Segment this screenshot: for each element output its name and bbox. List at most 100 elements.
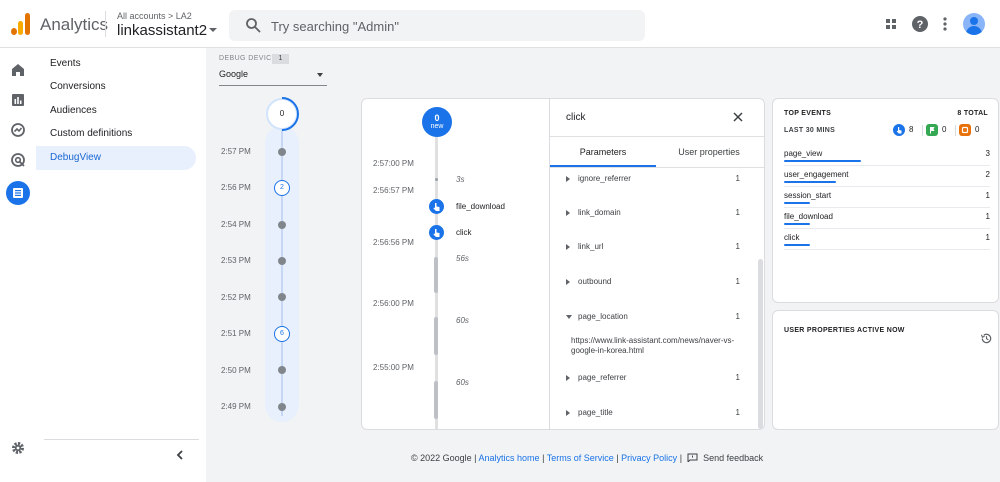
terms-link[interactable]: Terms of Service bbox=[547, 453, 614, 463]
top-event-row[interactable]: click 1 bbox=[784, 229, 990, 250]
apps-grid-icon[interactable] bbox=[881, 14, 901, 34]
minute-time: 2:50 PM bbox=[221, 366, 251, 375]
event-detail-title: click bbox=[566, 112, 586, 123]
subnav-item-audiences[interactable]: Audiences bbox=[36, 99, 196, 123]
param-name: ignore_referrer bbox=[578, 174, 631, 183]
minute-dot[interactable] bbox=[278, 257, 286, 265]
account-breadcrumb[interactable]: All accounts > LA2 bbox=[117, 11, 192, 21]
top-event-row[interactable]: session_start 1 bbox=[784, 187, 990, 208]
scrollbar[interactable] bbox=[758, 259, 763, 429]
param-row[interactable]: ignore_referrer 1 bbox=[550, 172, 756, 188]
chevron-down-icon[interactable] bbox=[209, 28, 217, 32]
help-icon[interactable]: ? bbox=[910, 14, 930, 34]
minute-time: 2:51 PM bbox=[221, 329, 251, 338]
admin-gear-icon[interactable] bbox=[8, 438, 28, 458]
left-rail bbox=[0, 48, 36, 482]
feedback-icon[interactable] bbox=[687, 453, 698, 462]
time-gap: 60s bbox=[456, 316, 469, 325]
second-time: 2:56:00 PM bbox=[373, 299, 414, 308]
minute-dot[interactable] bbox=[278, 148, 286, 156]
tab-parameters[interactable]: Parameters bbox=[550, 137, 656, 167]
avatar[interactable] bbox=[963, 13, 985, 35]
param-count: 1 bbox=[735, 208, 740, 217]
subnav-item-custom-definitions[interactable]: Custom definitions bbox=[36, 122, 196, 146]
subnav-item-debugview[interactable]: DebugView bbox=[36, 146, 196, 170]
events-count: 8 bbox=[909, 125, 914, 134]
param-row[interactable]: page_title 1 bbox=[550, 406, 756, 422]
configure-subnav: Events Conversions Audiences Custom defi… bbox=[36, 48, 206, 482]
param-row[interactable]: outbound 1 bbox=[550, 275, 756, 291]
top-event-row[interactable]: user_engagement 2 bbox=[784, 166, 990, 187]
footer-sep: | bbox=[679, 453, 683, 463]
debug-device-select[interactable]: Google bbox=[219, 68, 327, 86]
conversions-count: 0 bbox=[942, 125, 947, 134]
privacy-link[interactable]: Privacy Policy bbox=[621, 453, 677, 463]
home-icon[interactable] bbox=[8, 60, 28, 80]
close-icon[interactable] bbox=[732, 111, 744, 123]
collapse-arrow-icon bbox=[566, 315, 572, 319]
param-row[interactable]: link_url 1 bbox=[550, 240, 756, 256]
param-value: https://www.link-assistant.com/news/nave… bbox=[571, 336, 735, 355]
minute-dot[interactable] bbox=[278, 221, 286, 229]
history-icon[interactable] bbox=[980, 332, 993, 345]
minute-dot[interactable] bbox=[278, 366, 286, 374]
minute-dot[interactable] bbox=[278, 403, 286, 411]
debug-device-count: 1 bbox=[272, 54, 289, 64]
param-name: page_referrer bbox=[578, 373, 627, 382]
copyright: © 2022 Google | bbox=[411, 453, 477, 463]
debug-device-label: DEBUG DEVICE bbox=[219, 55, 277, 62]
search-bar[interactable] bbox=[229, 10, 645, 41]
search-input[interactable] bbox=[271, 16, 631, 36]
top-event-count: 3 bbox=[985, 149, 990, 158]
top-events-period: LAST 30 MINS bbox=[784, 127, 836, 134]
divider bbox=[44, 439, 199, 440]
expand-arrow-icon bbox=[566, 279, 570, 285]
analytics-home-link[interactable]: Analytics home bbox=[479, 453, 540, 463]
reports-icon[interactable] bbox=[8, 90, 28, 110]
top-event-row[interactable]: page_view 3 bbox=[784, 145, 990, 166]
stream-dot bbox=[435, 178, 438, 181]
minute-event-count[interactable]: 6 bbox=[274, 326, 290, 342]
subnav-item-events[interactable]: Events bbox=[36, 52, 196, 76]
param-row-expanded[interactable]: page_location 1 bbox=[550, 310, 756, 326]
param-row[interactable]: link_domain 1 bbox=[550, 206, 756, 222]
param-row[interactable]: page_referrer 1 bbox=[550, 371, 756, 387]
subnav-item-conversions[interactable]: Conversions bbox=[36, 75, 196, 99]
flag-icon bbox=[926, 124, 938, 136]
send-feedback-link[interactable]: Send feedback bbox=[703, 453, 763, 463]
minute-time: 2:49 PM bbox=[221, 402, 251, 411]
error-icon bbox=[959, 124, 971, 136]
configure-icon[interactable] bbox=[6, 181, 30, 205]
stream-segment bbox=[434, 381, 438, 419]
more-vert-icon[interactable] bbox=[935, 14, 955, 34]
tab-user-properties[interactable]: User properties bbox=[656, 137, 762, 167]
top-event-count: 1 bbox=[985, 212, 990, 221]
top-event-row[interactable]: file_download 1 bbox=[784, 208, 990, 229]
top-event-name: file_download bbox=[784, 212, 833, 221]
new-label: new bbox=[430, 123, 444, 130]
minute-event-count[interactable]: 2 bbox=[274, 180, 290, 196]
event-label[interactable]: click bbox=[456, 228, 472, 237]
event-icon[interactable] bbox=[429, 199, 444, 214]
event-label[interactable]: file_download bbox=[456, 202, 505, 211]
expand-arrow-icon bbox=[566, 410, 570, 416]
param-count: 1 bbox=[735, 277, 740, 286]
explore-icon[interactable] bbox=[8, 120, 28, 140]
analytics-logo-icon[interactable] bbox=[11, 13, 31, 35]
param-count: 1 bbox=[735, 373, 740, 382]
minute-dot[interactable] bbox=[278, 293, 286, 301]
seconds-stream: 0 new 2:57:00 PM 3s 2:56:57 PM file_down… bbox=[362, 99, 550, 429]
chevron-left-icon[interactable] bbox=[173, 448, 187, 462]
divider bbox=[955, 125, 956, 136]
param-count: 1 bbox=[735, 242, 740, 251]
second-time: 2:55:00 PM bbox=[373, 363, 414, 372]
new-events-badge[interactable]: 0 new bbox=[422, 107, 452, 137]
second-time: 2:56:57 PM bbox=[373, 186, 414, 195]
event-detail-panel: click Parameters User properties ignore_… bbox=[550, 99, 764, 429]
property-selector[interactable]: linkassistant2 bbox=[117, 22, 207, 39]
event-icon[interactable] bbox=[429, 225, 444, 240]
second-time: 2:56:56 PM bbox=[373, 238, 414, 247]
advertising-icon[interactable] bbox=[8, 150, 28, 170]
time-gap: 60s bbox=[456, 378, 469, 387]
user-properties-card: USER PROPERTIES ACTIVE NOW bbox=[772, 310, 999, 430]
